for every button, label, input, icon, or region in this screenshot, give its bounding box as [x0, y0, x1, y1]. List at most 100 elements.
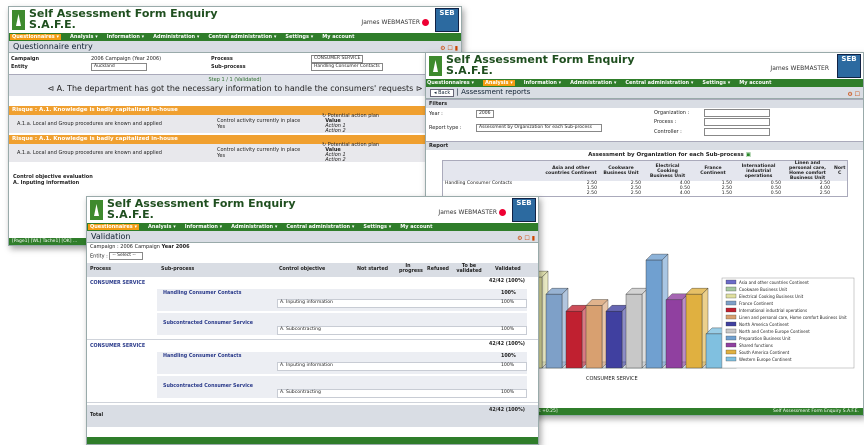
user-name[interactable]: James WEBMASTER — [361, 19, 429, 26]
action-plan[interactable]: ↻ Potential action plan Value Action 1 A… — [322, 142, 379, 163]
menu-information[interactable]: Information ▾ — [524, 80, 561, 86]
action-plan[interactable]: ↻ Potential action plan Value Action 1 A… — [322, 113, 379, 134]
legend-entry: Shared functions — [739, 343, 773, 348]
process-name: CONSUMER SERVICE — [90, 280, 146, 286]
legend-swatch — [725, 307, 737, 313]
subprocess-label: Sub-process — [211, 64, 246, 70]
column-header[interactable]: Asia and other countries Continent — [543, 161, 599, 182]
column-header[interactable]: Sub-process — [161, 267, 194, 272]
process-label: Process : — [654, 119, 677, 125]
table-header: Process Sub-process Control objective No… — [87, 262, 538, 277]
subprocess-select[interactable]: Handling Consumer Contacts — [311, 63, 383, 71]
subprocess-name[interactable]: Handling Consumer Contacts — [163, 291, 241, 296]
column-header[interactable]: Validated — [495, 267, 521, 272]
controller-select[interactable] — [704, 128, 770, 136]
menu-my-account[interactable]: My account — [400, 224, 432, 230]
objective-name: A. Subcontracting — [280, 326, 321, 332]
objective-name: A. Inputing information — [280, 299, 333, 305]
legend-swatch — [725, 342, 737, 348]
menu-analysis[interactable]: Analysis ▾ — [483, 80, 515, 86]
campaign-value: 2006 Campaign (Year 2006) — [91, 56, 162, 62]
objective-pct: 100% — [501, 299, 515, 305]
bar — [665, 299, 683, 369]
column-header[interactable]: Cookware Business Unit — [599, 161, 643, 182]
legend-swatch — [725, 293, 737, 299]
column-header[interactable]: France Continent — [692, 161, 734, 182]
main-menu: Questionnaires ▾ Analysis ▾ Information ▾ A… — [426, 79, 863, 87]
column-header[interactable]: Control objective — [279, 267, 325, 272]
page-title: Validation ⚙ ☐ ▮ — [87, 231, 538, 243]
subprocess-name[interactable]: Subcontracted Consumer Service — [163, 384, 253, 389]
process-group: CONSUMER SERVICE 42/42 (100%) Handling Con… — [87, 277, 538, 340]
column-header[interactable]: Linen and personal care, Home comfort Bu… — [783, 161, 832, 181]
year-select[interactable]: 2006 — [476, 110, 494, 118]
legend-entry: Asia and other countries Continent — [739, 280, 809, 285]
main-menu: Questionnaires ▾ Analysis ▾ Information ▾ A… — [9, 33, 461, 41]
menu-analysis[interactable]: Analysis ▾ — [148, 224, 176, 230]
menu-my-account[interactable]: My account — [322, 34, 354, 40]
column-header[interactable]: Nort C — [832, 161, 848, 182]
app-logo — [429, 56, 442, 76]
subprocess-pct: 100% — [501, 353, 516, 359]
column-header[interactable]: In progress — [399, 264, 423, 274]
column-header[interactable]: To be validated — [455, 264, 483, 274]
legend-entry: North and Centre Europe Continent — [739, 329, 810, 334]
toolbar-icons[interactable]: ⚙ ☐ — [847, 89, 860, 100]
report-type-label: Report type : — [429, 125, 462, 131]
process-name: CONSUMER SERVICE — [90, 343, 146, 349]
legend-entry: Electrical Cooking Business Unit — [739, 294, 804, 299]
export-icon[interactable]: ▣ — [746, 152, 751, 158]
menu-settings[interactable]: Settings ▾ — [363, 224, 391, 230]
column-header[interactable]: International industrial operations — [734, 161, 783, 182]
menu-questionnaires[interactable]: Questionnaires ▾ — [10, 34, 62, 40]
user-name[interactable]: James WEBMASTER — [438, 209, 506, 216]
legend-swatch — [725, 279, 737, 285]
app-title: Self Assessment Form Enquiry S.A.F.E. — [29, 7, 218, 31]
objective-name: A. Subcontracting — [280, 389, 321, 395]
seb-logo: SEB — [435, 8, 459, 32]
report-type-select[interactable]: Assessment by Organization for each Sub-… — [476, 124, 602, 132]
menu-information[interactable]: Information ▾ — [185, 224, 222, 230]
subprocess-name[interactable]: Subcontracted Consumer Service — [163, 321, 253, 326]
column-header[interactable]: Electrical Cooking Business Unit — [643, 161, 692, 182]
entity-select[interactable]: Auckland — [91, 63, 147, 71]
menu-settings[interactable]: Settings ▾ — [285, 34, 313, 40]
menu-information[interactable]: Information ▾ — [107, 34, 144, 40]
menu-central-administration[interactable]: Central administration ▾ — [625, 80, 693, 86]
column-header[interactable]: Process — [90, 267, 111, 272]
user-name[interactable]: James WEBMASTER — [770, 65, 829, 72]
menu-questionnaires[interactable]: Questionnaires ▾ — [427, 80, 474, 86]
app-header: Self Assessment Form Enquiry S.A.F.E. Jam… — [426, 53, 863, 79]
entity-select[interactable]: -- Select -- — [109, 252, 144, 260]
bar — [545, 293, 563, 369]
user-icon — [499, 209, 506, 216]
legend-swatch — [725, 356, 737, 362]
menu-analysis[interactable]: Analysis ▾ — [70, 34, 98, 40]
legend-entry: South America Continent — [739, 350, 790, 355]
menu-administration[interactable]: Administration ▾ — [570, 80, 616, 86]
control-in-place: Control activity currently in place Yes — [217, 117, 301, 130]
page-title: ◂ Back | Assessment reports ⚙ ☐ — [426, 87, 863, 99]
back-button[interactable]: ◂ Back — [430, 89, 455, 97]
process-select[interactable]: CONSUMER SERVICE — [311, 55, 364, 63]
menu-administration[interactable]: Administration ▾ — [153, 34, 199, 40]
process-select[interactable] — [704, 118, 770, 126]
menu-my-account[interactable]: My account — [739, 80, 771, 86]
column-header[interactable]: Not started — [357, 267, 388, 272]
menu-central-administration[interactable]: Central administration ▾ — [286, 224, 354, 230]
control-row-1: A.1.a. Local and Group procedures are kn… — [9, 113, 461, 134]
app-logo — [12, 10, 25, 30]
subprocess-name[interactable]: Handling Consumer Contacts — [163, 354, 241, 359]
app-title: Self Assessment Form Enquiry S.A.F.E. — [107, 197, 296, 221]
menu-questionnaires[interactable]: Questionnaires ▾ — [88, 224, 140, 230]
total-label: Total — [90, 412, 104, 418]
menu-central-administration[interactable]: Central administration ▾ — [208, 34, 276, 40]
column-header[interactable]: Refused — [427, 267, 449, 272]
app-title: Self Assessment Form Enquiry S.A.F.E. — [446, 53, 635, 77]
menu-settings[interactable]: Settings ▾ — [702, 80, 730, 86]
organization-select[interactable] — [704, 109, 770, 117]
menu-administration[interactable]: Administration ▾ — [231, 224, 277, 230]
toolbar-icons[interactable]: ⚙ ☐ ▮ — [517, 233, 535, 244]
entity-label: Entity — [11, 64, 28, 70]
legend-swatch — [725, 314, 737, 320]
